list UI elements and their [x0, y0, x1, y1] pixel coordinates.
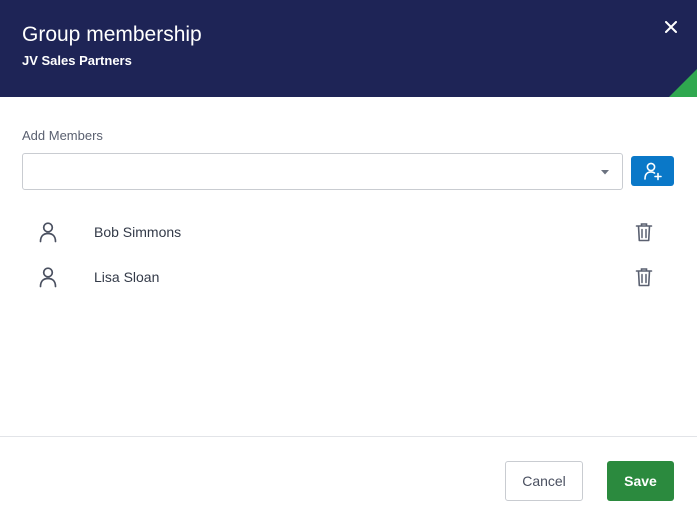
trash-icon	[635, 268, 653, 287]
member-row: Lisa Sloan	[22, 257, 674, 297]
close-button[interactable]	[660, 16, 682, 38]
remove-member-button[interactable]	[632, 265, 656, 289]
group-membership-dialog: Group membership JV Sales Partners Add M…	[0, 0, 697, 523]
cancel-button[interactable]: Cancel	[505, 461, 583, 501]
close-icon	[665, 21, 677, 33]
member-name: Bob Simmons	[94, 224, 182, 240]
add-members-select[interactable]	[22, 153, 623, 190]
member-name: Lisa Sloan	[94, 269, 160, 285]
member-row: Bob Simmons	[22, 212, 674, 252]
corner-accent	[669, 69, 697, 97]
dialog-subtitle: JV Sales Partners	[22, 53, 132, 68]
trash-icon	[635, 223, 653, 242]
user-icon	[39, 267, 57, 288]
dialog-header: Group membership JV Sales Partners	[0, 0, 697, 97]
save-button[interactable]: Save	[607, 461, 674, 501]
add-user-icon	[643, 162, 662, 181]
footer-divider	[0, 436, 697, 437]
user-icon	[39, 222, 57, 243]
add-member-button[interactable]	[631, 156, 674, 186]
chevron-down-icon	[601, 170, 609, 175]
remove-member-button[interactable]	[632, 220, 656, 244]
dialog-title: Group membership	[22, 23, 202, 46]
add-members-label: Add Members	[22, 128, 103, 143]
